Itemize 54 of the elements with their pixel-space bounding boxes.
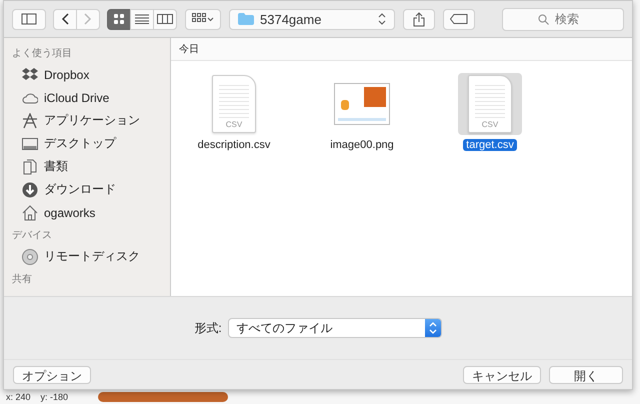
options-button[interactable]: オプション (13, 366, 91, 384)
sidebar-item[interactable]: iCloud Drive (4, 86, 170, 109)
folder-icon (238, 13, 254, 25)
sidebar-item[interactable]: デスクトップ (4, 132, 170, 155)
sidebar-item[interactable]: アプリケーション (4, 109, 170, 132)
sidebar-heading: デバイス (11, 229, 53, 243)
folder-path-dropdown[interactable]: 5374game (229, 8, 395, 30)
stepper-icon (424, 319, 441, 337)
format-label: 形式: (194, 320, 222, 336)
file-name[interactable]: target.csv (463, 139, 517, 151)
group-header: 今日 (171, 38, 632, 61)
file-name[interactable]: image00.png (327, 139, 397, 151)
disc-icon (22, 248, 38, 264)
sidebar-item[interactable]: リモートディスク (4, 245, 170, 268)
monitor-icon (22, 136, 38, 152)
columns-icon (157, 14, 173, 24)
search-field[interactable]: 検索 (502, 8, 624, 30)
arrange-button[interactable] (185, 8, 221, 30)
back-button[interactable] (53, 8, 77, 30)
open-button[interactable]: 開く (549, 366, 623, 384)
column-view-button[interactable] (153, 8, 177, 30)
chevron-left-icon (61, 13, 69, 25)
sidebar-icon (21, 13, 37, 25)
sidebar-toggle-button[interactable] (12, 8, 46, 30)
sidebar-heading: 共有 (11, 272, 33, 287)
document-icon (22, 158, 38, 174)
up-down-chevron-icon (378, 13, 386, 25)
csv-document-icon: CSV (468, 75, 512, 133)
list-icon (135, 14, 149, 24)
sidebar-item[interactable]: Dropbox (4, 63, 170, 86)
x-coordinate: x: 240 (6, 392, 31, 402)
sidebar-item[interactable]: 書類 (4, 155, 170, 178)
image-preview-icon (334, 83, 390, 125)
csv-document-icon: CSV (212, 75, 256, 133)
grid-icon (113, 13, 125, 25)
icon-view-button[interactable] (107, 8, 131, 30)
share-icon (413, 12, 425, 26)
cancel-button[interactable]: キャンセル (463, 366, 541, 384)
search-icon (538, 14, 549, 24)
tag-icon (450, 14, 468, 24)
tag-button[interactable] (443, 8, 475, 30)
sidebar-item[interactable]: ダウンロード (4, 178, 170, 201)
format-dropdown[interactable]: すべてのファイル (228, 318, 442, 338)
grid-caret-icon (192, 13, 214, 25)
y-coordinate: y: -180 (40, 392, 68, 402)
chevron-right-icon (84, 13, 92, 25)
file-name[interactable]: description.csv (194, 139, 274, 151)
share-button[interactable] (403, 8, 435, 30)
sidebar-item[interactable]: ogaworks (4, 201, 170, 224)
compass-letter-icon (22, 112, 38, 128)
home-icon (22, 204, 38, 220)
sidebar-heading: よく使う項目 (11, 47, 73, 61)
download-icon (22, 182, 38, 198)
list-view-button[interactable] (130, 8, 154, 30)
